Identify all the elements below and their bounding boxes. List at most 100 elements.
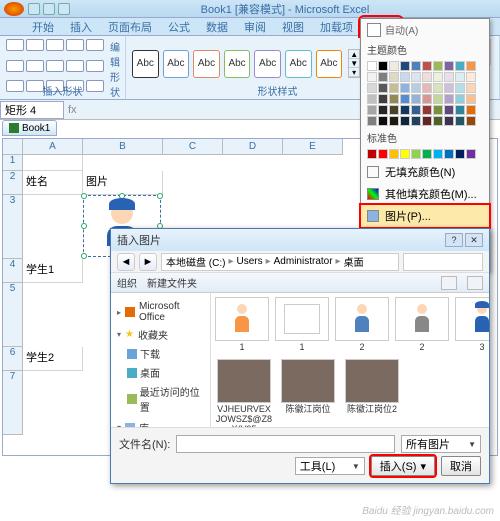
color-swatch[interactable] bbox=[466, 83, 476, 93]
color-swatch[interactable] bbox=[400, 105, 410, 115]
insert-button[interactable]: 插入(S) ▾ bbox=[371, 456, 435, 476]
color-swatch[interactable] bbox=[466, 94, 476, 104]
tab-data[interactable]: 数据 bbox=[198, 18, 236, 35]
color-swatch[interactable] bbox=[433, 116, 443, 126]
color-swatch[interactable] bbox=[433, 105, 443, 115]
help-icon[interactable] bbox=[467, 276, 483, 290]
office-button[interactable] bbox=[4, 2, 24, 16]
toolbar-newfolder[interactable]: 新建文件夹 bbox=[147, 275, 197, 290]
file-item[interactable]: 1 bbox=[215, 297, 269, 353]
file-item[interactable]: 陈徽江岗位2 bbox=[343, 359, 401, 427]
color-swatch[interactable] bbox=[455, 105, 465, 115]
color-swatch[interactable] bbox=[433, 149, 443, 159]
color-swatch[interactable] bbox=[422, 61, 432, 71]
color-swatch[interactable] bbox=[378, 61, 388, 71]
resize-handle-icon[interactable] bbox=[81, 223, 87, 229]
nav-downloads[interactable]: 下载 bbox=[113, 344, 208, 363]
fill-picture[interactable]: 图片(P)... bbox=[361, 205, 489, 227]
color-swatch[interactable] bbox=[444, 72, 454, 82]
style-item[interactable]: Abc bbox=[132, 50, 159, 78]
cell[interactable] bbox=[23, 155, 83, 171]
file-item[interactable]: 3 bbox=[455, 297, 489, 353]
window-close-icon[interactable]: ✕ bbox=[465, 233, 483, 247]
color-swatch[interactable] bbox=[444, 116, 454, 126]
color-swatch[interactable] bbox=[455, 94, 465, 104]
color-swatch[interactable] bbox=[367, 105, 377, 115]
nav-recent[interactable]: 最近访问的位置 bbox=[113, 382, 208, 416]
fx-icon[interactable]: fx bbox=[64, 104, 81, 116]
style-item[interactable]: Abc bbox=[254, 50, 281, 78]
tools-combo[interactable]: 工具(L)▼ bbox=[295, 457, 365, 475]
row-6[interactable]: 6 bbox=[3, 347, 23, 371]
dialog-titlebar[interactable]: 插入图片 ? ✕ bbox=[111, 229, 489, 251]
standard-color-grid[interactable] bbox=[361, 147, 489, 161]
color-swatch[interactable] bbox=[444, 105, 454, 115]
color-swatch[interactable] bbox=[400, 94, 410, 104]
resize-handle-icon[interactable] bbox=[81, 253, 87, 259]
style-item[interactable]: Abc bbox=[193, 50, 220, 78]
color-swatch[interactable] bbox=[422, 83, 432, 93]
row-3[interactable]: 3 bbox=[3, 195, 23, 259]
cancel-button[interactable]: 取消 bbox=[441, 456, 481, 476]
color-swatch[interactable] bbox=[455, 116, 465, 126]
crumb[interactable]: Administrator bbox=[274, 256, 333, 267]
color-swatch[interactable] bbox=[455, 61, 465, 71]
crumb[interactable]: 桌面 bbox=[344, 254, 364, 269]
color-swatch[interactable] bbox=[411, 94, 421, 104]
color-swatch[interactable] bbox=[389, 83, 399, 93]
color-swatch[interactable] bbox=[367, 83, 377, 93]
file-item[interactable]: 2 bbox=[395, 297, 449, 353]
fill-more-colors[interactable]: 其他填充颜色(M)... bbox=[361, 183, 489, 205]
resize-handle-icon[interactable] bbox=[157, 193, 163, 199]
color-swatch[interactable] bbox=[389, 72, 399, 82]
resize-handle-icon[interactable] bbox=[81, 193, 87, 199]
view-options-icon[interactable] bbox=[441, 276, 457, 290]
dialog-file-list[interactable]: 11223 VJHEURVEXJOWSZ$@Z8X(V95陈徽江岗位陈徽江岗位2 bbox=[211, 293, 489, 427]
style-gallery-scroll[interactable]: ▲▼▾ bbox=[348, 49, 360, 78]
color-swatch[interactable] bbox=[422, 149, 432, 159]
color-swatch[interactable] bbox=[444, 149, 454, 159]
color-swatch[interactable] bbox=[466, 72, 476, 82]
row-5[interactable]: 5 bbox=[3, 283, 23, 347]
row-7[interactable]: 7 bbox=[3, 371, 23, 435]
color-swatch[interactable] bbox=[389, 105, 399, 115]
color-swatch[interactable] bbox=[433, 61, 443, 71]
cell-A2[interactable]: 姓名 bbox=[23, 171, 83, 195]
color-swatch[interactable] bbox=[367, 94, 377, 104]
color-swatch[interactable] bbox=[378, 149, 388, 159]
select-all-corner[interactable] bbox=[3, 139, 23, 155]
tab-addins[interactable]: 加载项 bbox=[312, 18, 361, 35]
fill-auto[interactable]: 自动(A) bbox=[361, 19, 489, 40]
color-swatch[interactable] bbox=[466, 149, 476, 159]
color-swatch[interactable] bbox=[455, 83, 465, 93]
fill-none[interactable]: 无填充颜色(N) bbox=[361, 161, 489, 183]
row-4[interactable]: 4 bbox=[3, 259, 23, 283]
color-swatch[interactable] bbox=[389, 61, 399, 71]
color-swatch[interactable] bbox=[444, 83, 454, 93]
color-swatch[interactable] bbox=[378, 105, 388, 115]
color-swatch[interactable] bbox=[455, 72, 465, 82]
style-item[interactable]: Abc bbox=[316, 50, 343, 78]
color-swatch[interactable] bbox=[422, 72, 432, 82]
color-swatch[interactable] bbox=[389, 149, 399, 159]
color-swatch[interactable] bbox=[367, 116, 377, 126]
cell-A6[interactable]: 学生2 bbox=[23, 347, 83, 371]
col-A[interactable]: A bbox=[23, 139, 83, 155]
color-swatch[interactable] bbox=[444, 61, 454, 71]
color-swatch[interactable] bbox=[367, 149, 377, 159]
color-swatch[interactable] bbox=[367, 72, 377, 82]
workbook-tab[interactable]: Book1 bbox=[2, 120, 57, 136]
color-swatch[interactable] bbox=[433, 72, 443, 82]
color-swatch[interactable] bbox=[466, 105, 476, 115]
file-item[interactable]: 1 bbox=[275, 297, 329, 353]
color-swatch[interactable] bbox=[378, 116, 388, 126]
color-swatch[interactable] bbox=[455, 149, 465, 159]
color-swatch[interactable] bbox=[411, 149, 421, 159]
color-swatch[interactable] bbox=[466, 61, 476, 71]
color-swatch[interactable] bbox=[400, 116, 410, 126]
col-B[interactable]: B bbox=[83, 139, 163, 155]
style-item[interactable]: Abc bbox=[285, 50, 312, 78]
nav-forward-icon[interactable]: ► bbox=[139, 253, 157, 271]
color-swatch[interactable] bbox=[411, 83, 421, 93]
dialog-search-input[interactable] bbox=[403, 253, 483, 271]
